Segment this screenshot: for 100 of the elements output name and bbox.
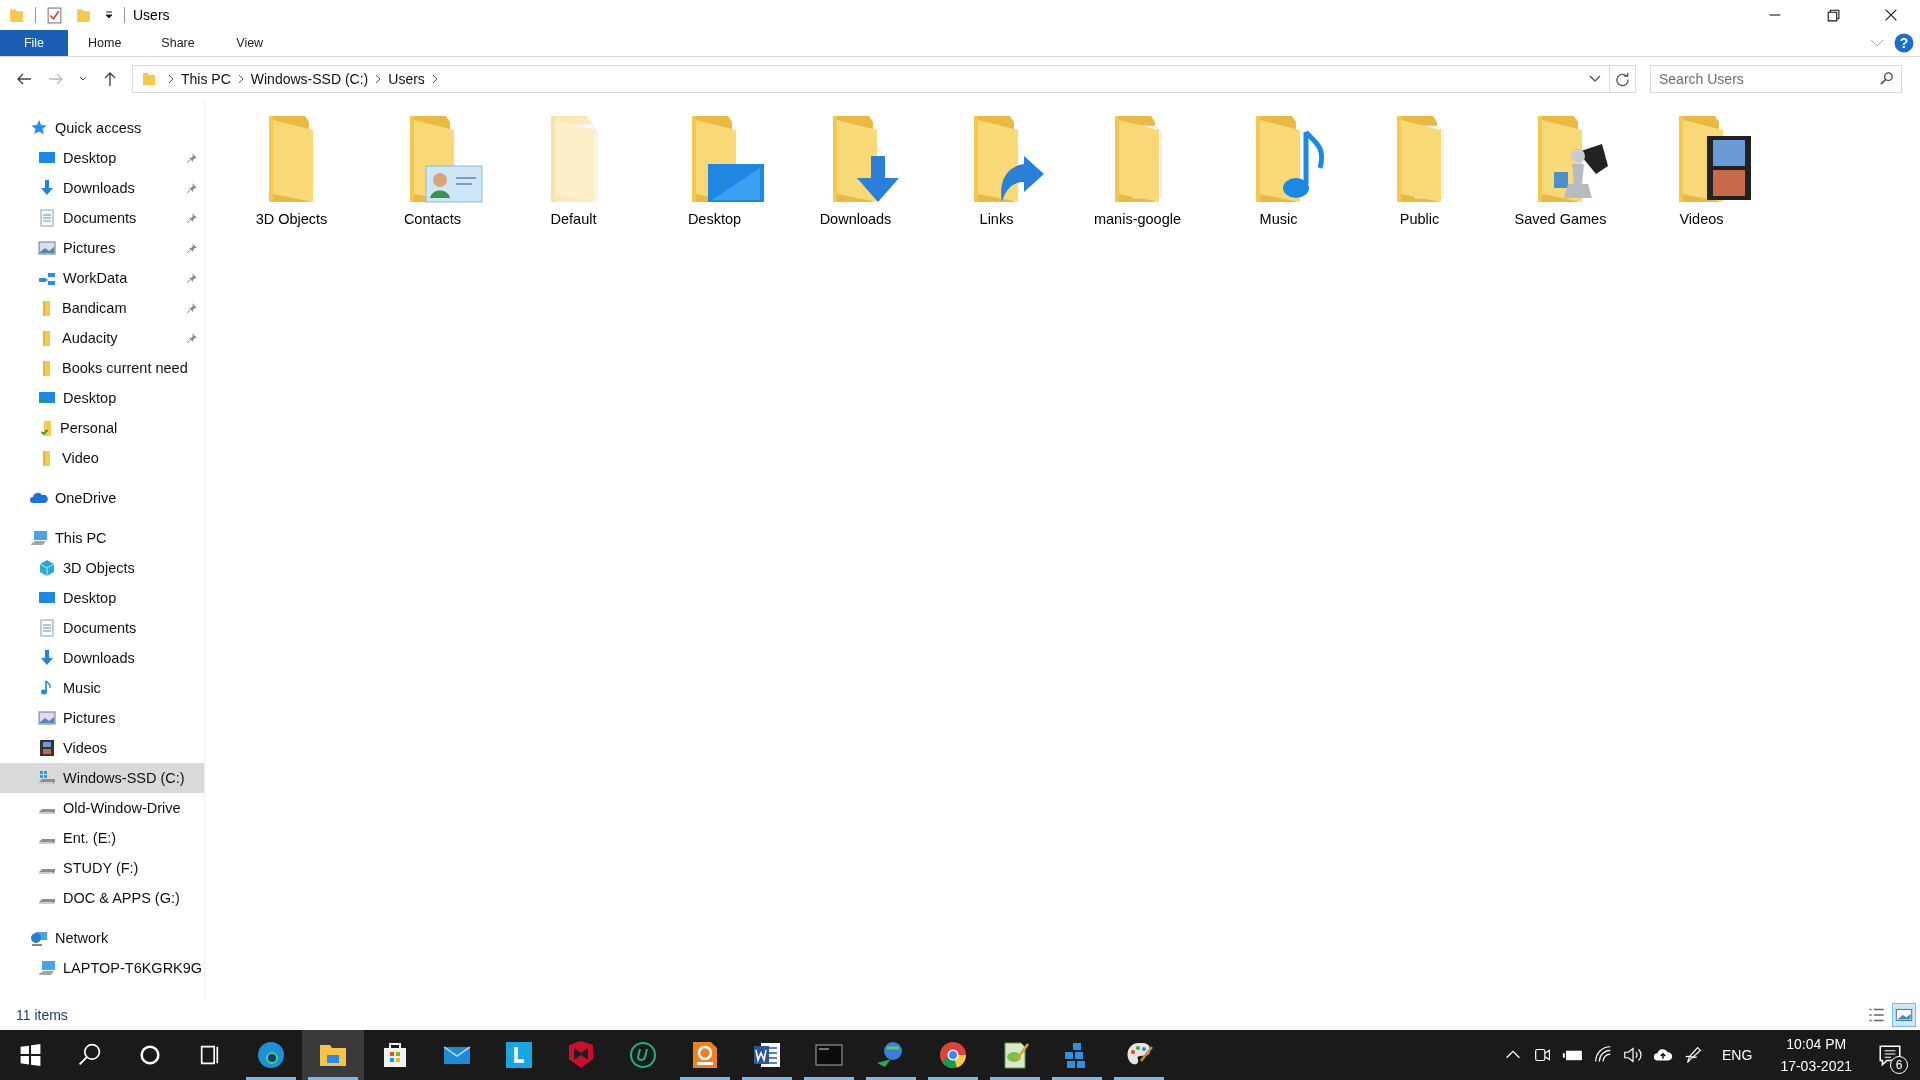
window-title: Users (133, 7, 170, 23)
drive-icon (39, 898, 55, 904)
document-icon (38, 619, 56, 637)
ribbon-tab[interactable]: View (214, 30, 285, 56)
search-icon (1879, 71, 1894, 86)
nav-item[interactable]: Personal (0, 413, 204, 443)
nav-item[interactable]: Pictures (0, 703, 204, 733)
nav-item[interactable]: Pictures (0, 233, 204, 263)
date: 17-03-2021 (1780, 1057, 1852, 1076)
nav-item[interactable]: Videos (0, 733, 204, 763)
language-indicator[interactable]: ENG (1722, 1047, 1753, 1063)
folder-icon (43, 330, 50, 346)
folder-icon (141, 71, 157, 87)
nav-item[interactable]: Desktop (0, 383, 204, 413)
breadcrumb[interactable]: Users (388, 71, 425, 87)
document-icon (38, 209, 56, 227)
empty-folder-icon (549, 115, 598, 203)
folder-monitor-icon (690, 115, 765, 203)
nav-item[interactable]: Quick access (0, 113, 204, 143)
folder-item[interactable]: Downloads (785, 115, 926, 227)
chevron-right-icon[interactable] (430, 74, 439, 84)
download-arrow-icon (38, 649, 56, 667)
swirl-logo-icon (255, 1039, 287, 1071)
taskbar-app[interactable] (302, 1030, 364, 1080)
nav-item[interactable]: 3D Objects (0, 553, 204, 583)
file-tab[interactable]: File (0, 30, 68, 56)
properties-icon[interactable] (46, 6, 63, 24)
drive-icon (39, 868, 55, 874)
folder-item[interactable]: Default (503, 115, 644, 227)
refresh-icon (1615, 71, 1630, 87)
nav-item[interactable]: DOC & APPS (G:) (0, 883, 204, 913)
nav-item[interactable]: Books current need (0, 353, 204, 383)
chevron-right-icon[interactable] (374, 74, 383, 84)
large-icons-view-icon[interactable] (1892, 1003, 1916, 1027)
pin-icon[interactable] (186, 302, 198, 314)
clock[interactable]: 10:04 PM 17-03-2021 (1780, 1033, 1852, 1077)
nav-item[interactable]: Desktop (0, 583, 204, 613)
nav-item[interactable]: Documents (0, 613, 204, 643)
download-arrow-icon (38, 179, 56, 197)
drive-icon (39, 808, 55, 814)
computer-icon (30, 529, 48, 547)
speaker-icon[interactable] (1622, 1044, 1645, 1066)
nav-item[interactable]: Documents (0, 203, 204, 233)
folder-item[interactable]: Music (1208, 115, 1349, 227)
nav-item[interactable]: Audacity (0, 323, 204, 353)
nav-item[interactable]: Network (0, 923, 204, 953)
pin-icon[interactable] (186, 152, 198, 164)
folder-icon (8, 6, 25, 24)
nav-item[interactable]: Downloads (0, 643, 204, 673)
dropdown-icon[interactable] (104, 10, 114, 20)
circle-logo-icon (937, 1039, 969, 1071)
breadcrumb[interactable]: This PC (181, 71, 231, 87)
folder-icon (41, 420, 53, 436)
nav-item[interactable]: Ent. (E:) (0, 823, 204, 853)
nav-item[interactable]: Desktop (0, 143, 204, 173)
folder-item[interactable]: Contacts (362, 115, 503, 227)
folder-with-documents-icon (1395, 115, 1444, 203)
nav-item[interactable]: OneDrive (0, 483, 204, 513)
folder-item[interactable]: Desktop (644, 115, 785, 227)
address-bar[interactable]: This PC Windows-SSD (C:) Users (132, 65, 1610, 93)
folder-item[interactable]: Public (1349, 115, 1490, 227)
search-field[interactable]: Search Users (1650, 65, 1902, 93)
folder-icon (43, 450, 50, 466)
star-icon (30, 119, 48, 137)
item-count: 11 items (16, 1007, 68, 1023)
nav-item[interactable]: Windows-SSD (C:) (0, 763, 204, 793)
nav-item[interactable]: WorkData (0, 263, 204, 293)
pin-icon[interactable] (186, 332, 198, 344)
folder-chess-pawn-icon (1536, 115, 1611, 203)
folder-item[interactable]: Saved Games (1490, 115, 1631, 227)
help-icon[interactable]: ? (1894, 33, 1914, 53)
chevron-right-icon[interactable] (236, 74, 245, 84)
folder-icon (43, 300, 50, 316)
nav-item[interactable]: STUDY (F:) (0, 853, 204, 883)
ribbon-tab[interactable]: Home (68, 30, 142, 56)
nav-item[interactable]: Video (0, 443, 204, 473)
folder-item[interactable]: manis-google (1067, 115, 1208, 227)
letter-u-icon (627, 1039, 659, 1071)
ribbon-tab[interactable]: Share (141, 30, 215, 56)
nav-item[interactable]: Downloads (0, 173, 204, 203)
computer-icon (38, 959, 56, 977)
folder-item[interactable]: Videos (1631, 115, 1772, 227)
nav-item[interactable]: Old-Window-Drive (0, 793, 204, 823)
chevron-down-icon[interactable] (1589, 74, 1601, 84)
folder-item[interactable]: Links (926, 115, 1067, 227)
chevron-right-icon (167, 74, 175, 84)
breadcrumb[interactable]: Windows-SSD (C:) (250, 71, 369, 87)
pin-icon[interactable] (186, 272, 198, 284)
picture-icon (38, 709, 56, 727)
pin-icon[interactable] (186, 242, 198, 254)
folder-film-strip-icon (1677, 115, 1752, 203)
folder-item[interactable]: 3D Objects (221, 115, 362, 227)
nav-item[interactable]: LAPTOP-T6KGRK9G (0, 953, 204, 983)
letter-l-icon (503, 1039, 535, 1071)
pin-icon[interactable] (186, 212, 198, 224)
pin-icon[interactable] (186, 182, 198, 194)
nav-item[interactable]: This PC (0, 523, 204, 553)
nav-item[interactable]: Music (0, 673, 204, 703)
nav-item[interactable]: Bandicam (0, 293, 204, 323)
refresh-button[interactable] (1610, 65, 1636, 93)
